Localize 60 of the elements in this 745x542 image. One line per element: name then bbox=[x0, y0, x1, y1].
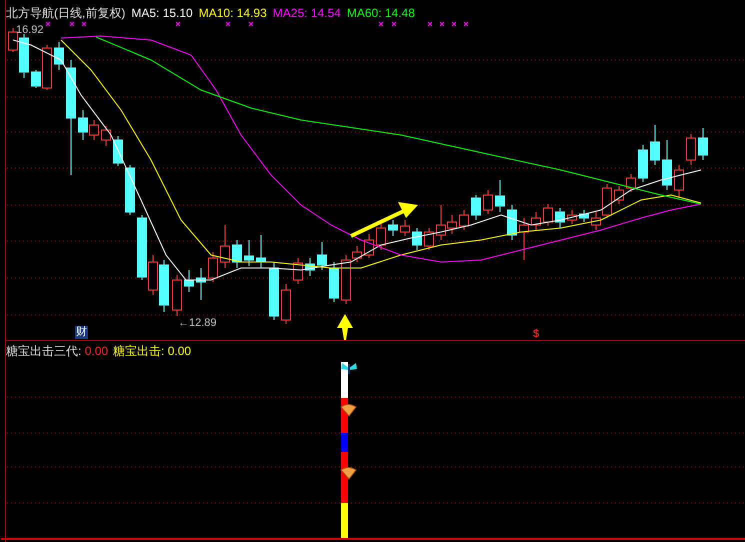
candlestick bbox=[531, 212, 541, 230]
candlestick bbox=[317, 242, 327, 270]
finance-badge: 财 bbox=[75, 326, 88, 339]
moving-average-value: MA5: 15.10 bbox=[131, 6, 193, 20]
candlestick bbox=[424, 228, 434, 250]
candlestick bbox=[400, 220, 410, 236]
candlestick bbox=[159, 260, 169, 312]
candlestick bbox=[364, 234, 374, 258]
candlestick bbox=[184, 270, 194, 292]
up-arrow bbox=[337, 314, 353, 340]
low-price-label: ←12.89 bbox=[178, 317, 217, 329]
moving-average-value: MA10: 14.93 bbox=[198, 6, 267, 20]
candlestick bbox=[650, 124, 660, 166]
candlestick bbox=[388, 220, 398, 236]
candlestick bbox=[507, 204, 517, 240]
candlestick bbox=[614, 186, 624, 204]
candlestick bbox=[674, 164, 684, 198]
candlestick bbox=[220, 224, 230, 268]
candlestick bbox=[101, 126, 111, 146]
candlestick bbox=[305, 258, 315, 276]
butterfly-icon bbox=[340, 362, 358, 375]
candlestick bbox=[208, 252, 218, 282]
signal-value: 糖宝出击: 0.00 bbox=[113, 344, 192, 358]
candlestick bbox=[376, 224, 386, 250]
chart-title: 北方导航(日线,前复权) bbox=[6, 6, 126, 20]
candlestick bbox=[113, 136, 123, 166]
candlestick bbox=[626, 174, 636, 192]
candlestick bbox=[698, 128, 708, 160]
candlestick bbox=[256, 234, 266, 268]
candlestick bbox=[662, 140, 672, 190]
spinning-top-icon bbox=[340, 466, 357, 480]
candlestick bbox=[269, 262, 279, 320]
candlestick bbox=[244, 240, 254, 266]
candlestick bbox=[555, 208, 565, 228]
candlestick bbox=[495, 180, 505, 212]
candlestick bbox=[125, 164, 135, 216]
candlestick bbox=[579, 210, 589, 222]
high-price-label: 16.92 bbox=[16, 24, 44, 36]
candlestick bbox=[196, 268, 206, 300]
moving-average-value: MA25: 14.54 bbox=[272, 6, 341, 20]
candlestick bbox=[483, 190, 493, 214]
moving-average-value: MA60: 14.48 bbox=[346, 6, 415, 20]
candlestick bbox=[172, 274, 182, 316]
candlestick bbox=[412, 228, 422, 250]
candlestick bbox=[232, 240, 242, 268]
spinning-top-icon bbox=[340, 403, 357, 417]
candlestick bbox=[459, 210, 469, 230]
candlestick bbox=[329, 262, 339, 302]
candlestick bbox=[638, 144, 648, 182]
candlestick bbox=[293, 258, 303, 284]
candlestick bbox=[54, 42, 64, 70]
diagonal-arrow bbox=[350, 202, 418, 238]
indicator-name: 糖宝出击三代: 0.00 bbox=[6, 344, 108, 358]
candlestick bbox=[686, 134, 696, 166]
candlestick bbox=[519, 218, 529, 260]
dollar-marker: $ bbox=[533, 329, 540, 340]
candlestick bbox=[281, 284, 291, 324]
candlestick bbox=[567, 210, 577, 224]
candlestick bbox=[543, 204, 553, 226]
candlestick bbox=[471, 194, 481, 220]
